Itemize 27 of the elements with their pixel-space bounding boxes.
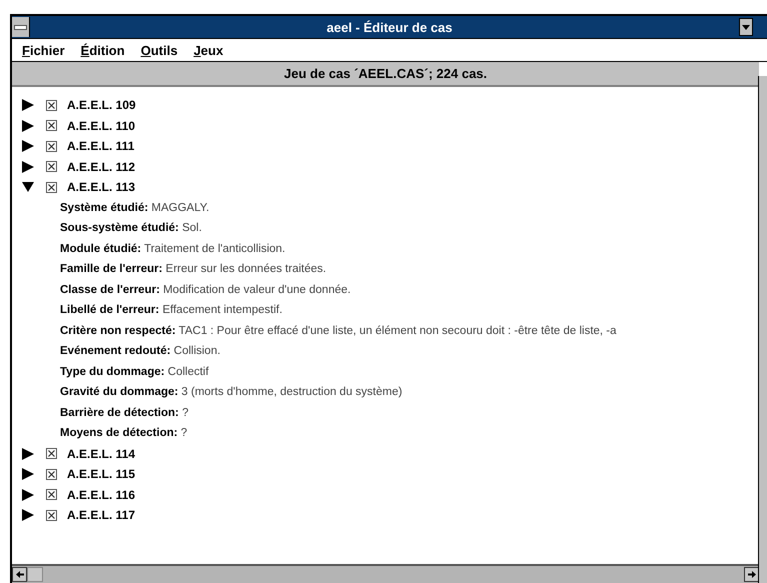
case-detail: Classe de l'erreur: Modification de valeur d'une donnée. xyxy=(60,284,351,296)
case-detail: Barrière de détection: ? xyxy=(60,406,188,419)
case-detail: Gravité du dommage: 3 (morts d'homme, destruction du système) xyxy=(60,386,402,398)
case-label[interactable]: A.E.E.L. 115 xyxy=(67,467,136,482)
case-label[interactable]: A.E.E.L. 110 xyxy=(67,118,136,133)
case-label[interactable]: A.E.E.L. 116 xyxy=(67,488,136,502)
menu-item[interactable]: Fichier xyxy=(16,42,75,58)
case-detail: Evénement redouté: Collision. xyxy=(60,345,220,358)
case-set-header: Jeu de cas ´AEEL.CAS´; 224 cas. xyxy=(12,62,759,87)
menu-item[interactable]: Outils xyxy=(134,42,188,58)
case-detail: Famille de l'erreur: Erreur sur les données traitées. xyxy=(60,263,326,276)
case-detail: Sous-système étudié: Sol. xyxy=(60,222,202,234)
menu-item[interactable]: Jeux xyxy=(188,42,234,58)
window-title: aeel - Éditeur de cas xyxy=(326,20,454,34)
case-label[interactable]: A.E.E.L. 112 xyxy=(67,160,136,174)
case-detail: Critère non respecté: TAC1 : Pour être effacé d'une liste, un élément non secouru doit : -être tête de liste, -a xyxy=(60,324,616,337)
case-label[interactable]: A.E.E.L. 114 xyxy=(67,446,136,461)
case-label[interactable]: A.E.E.L. 111 xyxy=(67,139,134,154)
case-detail: Moyens de détection: ? xyxy=(60,427,188,440)
case-label[interactable]: A.E.E.L. 117 xyxy=(67,508,136,522)
case-detail: Système étudié: MAGGALY. xyxy=(60,202,210,214)
menu-item[interactable]: Édition xyxy=(74,42,135,58)
case-detail: Module étudié: Traitement de l'anticollision. xyxy=(60,242,286,255)
case-detail: Type du dommage: Collectif xyxy=(60,366,209,378)
case-label[interactable]: A.E.E.L. 113 xyxy=(67,180,136,194)
case-detail: Libellé de l'erreur: Effacement intempestif. xyxy=(60,304,282,316)
case-label[interactable]: A.E.E.L. 109 xyxy=(67,98,136,112)
